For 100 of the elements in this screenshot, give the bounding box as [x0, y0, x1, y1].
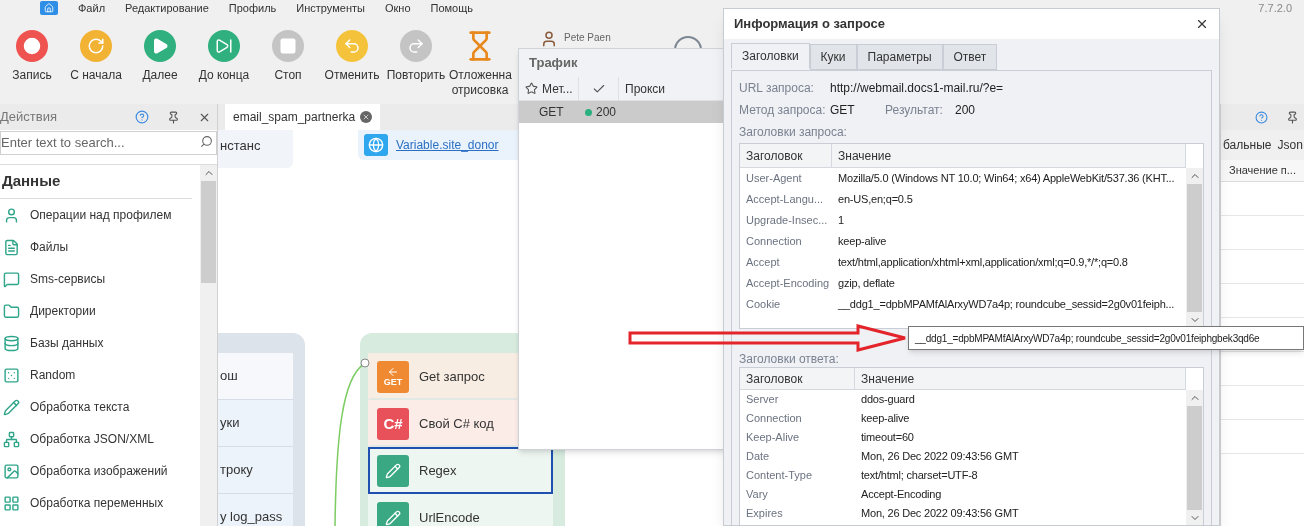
action-node[interactable]: Variable.site_donor: [358, 130, 518, 160]
action-category[interactable]: Обработка переменных: [0, 487, 200, 519]
menu-item[interactable]: Инструменты: [296, 2, 365, 14]
action-category[interactable]: Обработка текста: [0, 391, 200, 423]
folder-icon: [3, 302, 20, 320]
action-category[interactable]: Sms-сервисы: [0, 263, 200, 295]
action-category[interactable]: Базы данных: [0, 327, 200, 359]
home-icon: [44, 3, 54, 13]
search-icon: [200, 135, 213, 148]
panel-tab[interactable]: Json: [1277, 136, 1303, 154]
header-value: timeout=60: [860, 430, 915, 446]
header-value: text/html,application/xhtml+xml,application/xml;q=0.9,*/*;q=0.8: [837, 255, 1129, 271]
action-category[interactable]: Директории: [0, 295, 200, 327]
action-category[interactable]: Обработка изображений: [0, 455, 200, 487]
action-icon: GET: [377, 360, 409, 393]
action-node[interactable]: нстанс: [218, 130, 293, 168]
method-value: GET: [830, 102, 856, 119]
toolbar-button[interactable]: Отменить: [320, 16, 384, 83]
menu-item[interactable]: Помощь: [430, 2, 473, 14]
scrollbar[interactable]: [1186, 390, 1203, 525]
action-node[interactable]: UrlEncode: [368, 494, 553, 526]
pin-icon[interactable]: [167, 110, 180, 124]
document-tab[interactable]: email_spam_partnerka: [225, 104, 380, 130]
method-text: GET: [538, 104, 565, 121]
action-node[interactable]: GET Get запрос: [368, 353, 518, 400]
action-node[interactable]: уки: [218, 400, 293, 447]
header-name: Vary: [745, 487, 769, 503]
column-header[interactable]: Значение: [855, 368, 1186, 389]
result-value: 200: [955, 102, 976, 119]
globe-icon: [364, 134, 388, 156]
toolbar-button[interactable]: С начала: [64, 16, 128, 83]
panel-title: Действия: [0, 108, 57, 127]
panel-tab[interactable]: бальные: [1223, 136, 1272, 154]
header-name: Upgrade-Insec...: [745, 213, 829, 229]
header-value: keep-alive: [837, 234, 888, 250]
dice-icon: [3, 366, 20, 384]
user-name: Pete Paen: [564, 31, 611, 45]
header-name: Cookie: [745, 297, 782, 313]
action-category[interactable]: Random: [0, 359, 200, 391]
action-node[interactable]: ош: [218, 353, 293, 400]
action-category[interactable]: Файлы: [0, 231, 200, 263]
help-icon[interactable]: [135, 110, 149, 124]
action-node[interactable]: троку: [218, 447, 293, 494]
header-name: Keep-Alive: [745, 430, 801, 446]
header-name: Accept-Langu...: [745, 192, 825, 208]
tab[interactable]: Ответ: [942, 44, 998, 70]
action-node[interactable]: y log_pass: [218, 494, 293, 526]
column-header[interactable]: Заголовок: [740, 144, 832, 167]
field-label: URL запроса:: [739, 80, 815, 97]
action-category[interactable]: Операции над профилем: [0, 199, 200, 231]
field-label: Метод запроса:: [739, 102, 827, 119]
header-value: __ddg1_=dpbMPAMfAlArxyWD7a4p; roundcube_sessid=2g0v01feiph...: [837, 297, 1176, 313]
menu-item[interactable]: Редактирование: [125, 2, 209, 14]
pin-icon[interactable]: [1286, 110, 1299, 124]
toolbar-button[interactable]: Далее: [128, 16, 192, 83]
header-value: Mon, 26 Dec 2022 09:43:56 GMT: [860, 506, 1020, 522]
header-value: Accept-Encoding: [860, 487, 943, 503]
action-node[interactable]: C# Свой C# код: [368, 400, 518, 447]
header-value: Mon, 26 Dec 2022 09:43:56 GMT: [860, 449, 1020, 465]
header-name: User-Agent: [745, 171, 803, 187]
scrollbar[interactable]: [200, 165, 217, 526]
toolbar-button[interactable]: До конца: [192, 16, 256, 83]
tooltip: __ddg1_=dpbMPAMfAlArxyWD7a4p; roundcube_sessid=2g0v01feiphgbek3qd6e: [908, 326, 1304, 350]
menu-item[interactable]: Окно: [384, 2, 411, 14]
section-label: Заголовки ответа:: [739, 351, 840, 367]
help-icon[interactable]: [1255, 110, 1268, 124]
field-label: Результат:: [885, 102, 944, 119]
person-icon: [540, 30, 558, 48]
person-icon: [3, 206, 20, 224]
column-header[interactable]: Значение п...: [1221, 160, 1304, 182]
window-title: Информация о запросе: [734, 15, 886, 34]
search-field[interactable]: Enter text to search...: [0, 130, 217, 155]
column-header[interactable]: Заголовок: [740, 368, 855, 389]
tab[interactable]: Куки: [809, 44, 857, 70]
close-icon[interactable]: [1195, 17, 1209, 31]
hierarchy-icon: [3, 430, 20, 448]
scrollbar[interactable]: [1186, 168, 1203, 328]
variable-link[interactable]: Variable.site_donor: [396, 136, 499, 154]
close-icon[interactable]: [360, 111, 372, 123]
header-name: Accept-Encoding: [745, 276, 831, 292]
toolbar-button[interactable]: Отложенна отрисовка: [448, 16, 512, 98]
home-button[interactable]: [40, 1, 58, 15]
action-node[interactable]: Regex: [368, 447, 553, 494]
action-category[interactable]: Обработка JSON/XML: [0, 423, 200, 455]
toolbar-button[interactable]: Запись: [0, 16, 64, 83]
column-header[interactable]: Значение: [832, 144, 1186, 167]
header-name: Server: [745, 392, 780, 408]
column-header[interactable]: Мет...: [519, 77, 579, 100]
header-name: Connection: [745, 411, 803, 427]
tab[interactable]: Параметры: [856, 44, 943, 70]
dial-icon: [672, 36, 703, 50]
section-label: Заголовки запроса:: [739, 124, 848, 141]
header-value: en-US,en;q=0.5: [837, 192, 914, 208]
menu-item[interactable]: Файл: [78, 2, 106, 14]
header-name: Date: [745, 449, 771, 465]
menu-item[interactable]: Профиль: [228, 2, 277, 14]
version-text: 7.7.2.0: [1258, 2, 1292, 14]
star-icon: [525, 82, 538, 95]
database-icon: [3, 334, 20, 352]
tab[interactable]: Заголовки: [731, 43, 810, 69]
